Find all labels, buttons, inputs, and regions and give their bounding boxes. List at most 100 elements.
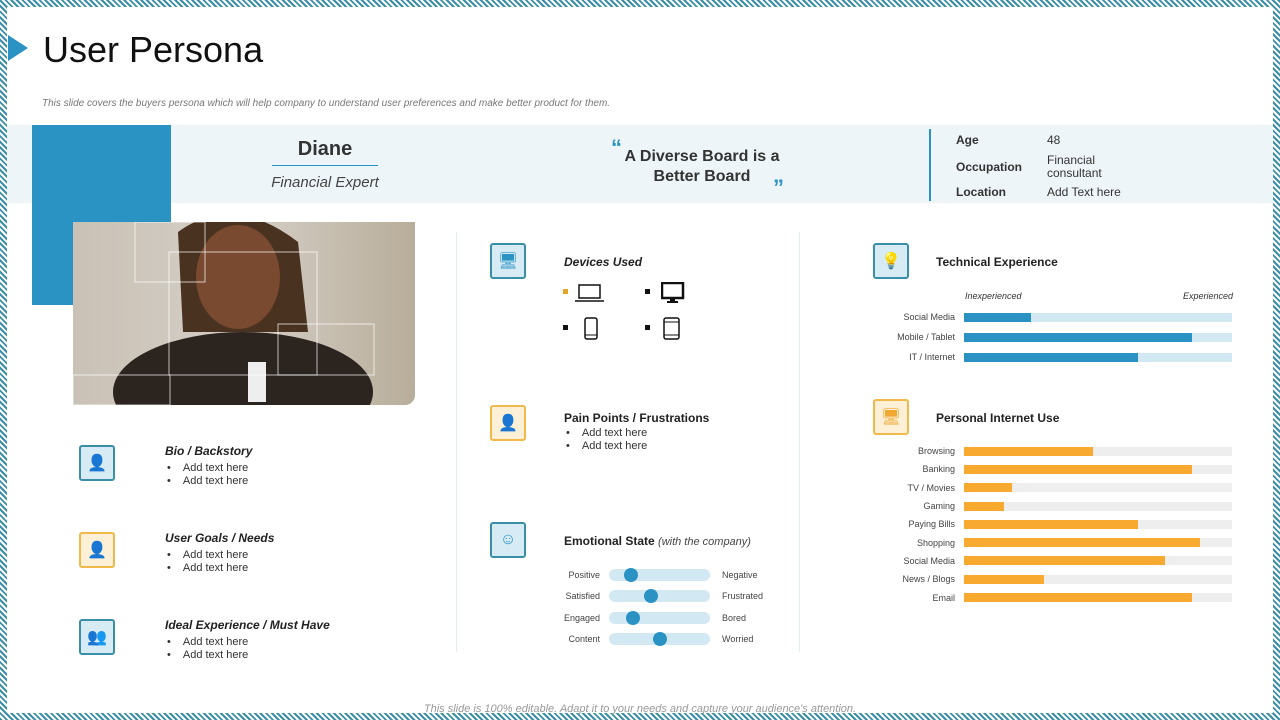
internet-bar-track xyxy=(964,483,1232,493)
internet-bar-label: Gaming xyxy=(923,501,955,512)
internet-bar-fill xyxy=(964,538,1200,548)
internet-bar-label: Browsing xyxy=(917,446,955,457)
pain-section: Pain Points / Frustrations Add text here… xyxy=(564,411,709,453)
internet-bars: Browsing Banking TV / Movies Gaming Paying B… xyxy=(865,442,1232,607)
internet-bar-track xyxy=(964,501,1232,511)
emotion-right-label: Negative xyxy=(722,569,758,580)
internet-bar-fill xyxy=(964,446,1093,456)
technical-bar-track xyxy=(964,332,1232,342)
goals-item: Add text here xyxy=(165,562,274,575)
ideal-item: Add text here xyxy=(165,649,330,662)
person-illustration xyxy=(73,222,375,405)
internet-bar-label: TV / Movies xyxy=(907,482,955,493)
internet-bar-row: TV / Movies xyxy=(865,479,1232,497)
goals-item: Add text here xyxy=(165,549,274,562)
column-divider xyxy=(799,232,800,652)
internet-bar-track xyxy=(964,538,1232,548)
persona-info: Age 48 Occupation Financial consultant Loc… xyxy=(956,133,1156,201)
emotion-slider-track[interactable] xyxy=(609,589,710,604)
pain-item: Add text here xyxy=(564,427,709,440)
internet-bar-track xyxy=(964,574,1232,584)
info-value: Financial consultant xyxy=(1047,153,1102,180)
emotion-slider-knob[interactable] xyxy=(624,567,639,582)
devices-title: Devices Used xyxy=(564,255,643,269)
title-marker xyxy=(8,35,28,61)
internet-bar-fill xyxy=(964,593,1192,603)
technical-bar-label: Mobile / Tablet xyxy=(897,332,955,342)
emotion-right-label: Frustrated xyxy=(722,591,764,602)
bio-section: Bio / Backstory Add text hereAdd text he… xyxy=(165,444,252,488)
goals-icon: 👤 xyxy=(79,532,115,568)
persona-role: Financial Expert xyxy=(271,174,379,191)
internet-bar-label: Shopping xyxy=(916,537,955,548)
quote-close-icon: ” xyxy=(773,175,784,200)
tablet-icon xyxy=(663,317,680,340)
internet-bar-track xyxy=(964,593,1232,603)
internet-bar-row: News / Blogs xyxy=(865,570,1232,588)
internet-bar-row: Banking xyxy=(865,460,1232,478)
pain-title: Pain Points / Frustrations xyxy=(564,411,710,425)
internet-bar-track xyxy=(964,464,1232,474)
info-value: 48 xyxy=(1047,133,1061,147)
technical-title: Technical Experience xyxy=(936,255,1058,269)
emotion-slider-track[interactable] xyxy=(609,632,710,647)
technical-bar-fill xyxy=(964,352,1139,362)
info-label: Occupation xyxy=(956,160,1023,174)
internet-bar-label: Banking xyxy=(922,464,955,475)
bio-icon: 👤 xyxy=(79,445,115,481)
technical-bar-label: Social Media xyxy=(903,312,955,322)
devices-icon: 🖥 xyxy=(490,243,526,279)
internet-bar-track xyxy=(964,446,1232,456)
goals-section: User Goals / Needs Add text hereAdd text… xyxy=(165,531,274,575)
emotion-slider-track[interactable] xyxy=(609,567,710,582)
emotion-left-label: Satisfied xyxy=(565,591,600,602)
emotion-row: Positive Negative xyxy=(507,564,763,586)
phone-icon xyxy=(584,317,598,340)
persona-name: Diane xyxy=(272,138,378,166)
bio-item: Add text here xyxy=(165,475,252,488)
emotion-row: Content Worried xyxy=(507,629,763,651)
internet-bar-fill xyxy=(964,501,1005,511)
internet-bar-fill xyxy=(964,574,1045,584)
info-value: Add Text here xyxy=(1047,185,1121,199)
technical-bars: Social Media Mobile / Tablet IT / Internet xyxy=(865,307,1232,367)
tech-icon: 💡 xyxy=(873,243,909,279)
emotion-right-label: Bored xyxy=(722,612,747,623)
pain-item: Add text here xyxy=(564,440,709,453)
emotional-title: Emotional State (with the company) xyxy=(564,534,751,548)
internet-bar-row: Social Media xyxy=(865,552,1232,570)
technical-bar-fill xyxy=(964,312,1031,322)
emotional-title-text: Emotional State xyxy=(564,534,655,548)
internet-bar-row: Shopping xyxy=(865,533,1232,551)
emotion-row: Satisfied Frustrated xyxy=(507,586,763,608)
max-label: Experienced xyxy=(1183,291,1234,301)
emotion-slider-track[interactable] xyxy=(609,610,710,625)
bullet xyxy=(645,289,650,294)
ideal-section: Ideal Experience / Must Have Add text he… xyxy=(165,618,330,662)
internet-bar-label: Paying Bills xyxy=(908,519,955,530)
emotion-slider-knob[interactable] xyxy=(626,610,641,625)
column-divider xyxy=(456,232,457,652)
bullet xyxy=(563,289,568,294)
emotion-left-label: Content xyxy=(568,634,600,645)
internet-bar-track xyxy=(964,556,1232,566)
emotion-slider-knob[interactable] xyxy=(644,589,659,604)
emotional-subtitle: (with the company) xyxy=(658,536,751,548)
internet-bar-row: Paying Bills xyxy=(865,515,1232,533)
info-label: Location xyxy=(956,185,1006,199)
technical-bar-track xyxy=(964,312,1232,322)
internet-bar-row: Email xyxy=(865,588,1232,606)
bullet xyxy=(645,325,650,330)
persona-photo xyxy=(73,222,415,405)
emotional-sliders: Positive Negative Satisfied Frustrated Engag… xyxy=(507,564,763,650)
internet-bar-row: Browsing xyxy=(865,442,1232,460)
laptop-icon xyxy=(575,284,604,302)
emotion-right-label: Worried xyxy=(722,634,754,645)
smile-icon: ☺ xyxy=(490,522,526,558)
min-label: Inexperienced xyxy=(965,291,1022,301)
internet-title: Personal Internet Use xyxy=(936,411,1060,425)
technical-bar-row: IT / Internet xyxy=(865,347,1232,367)
internet-bar-fill xyxy=(964,556,1165,566)
emotion-slider-knob[interactable] xyxy=(652,632,667,647)
internet-bar-fill xyxy=(964,483,1013,493)
